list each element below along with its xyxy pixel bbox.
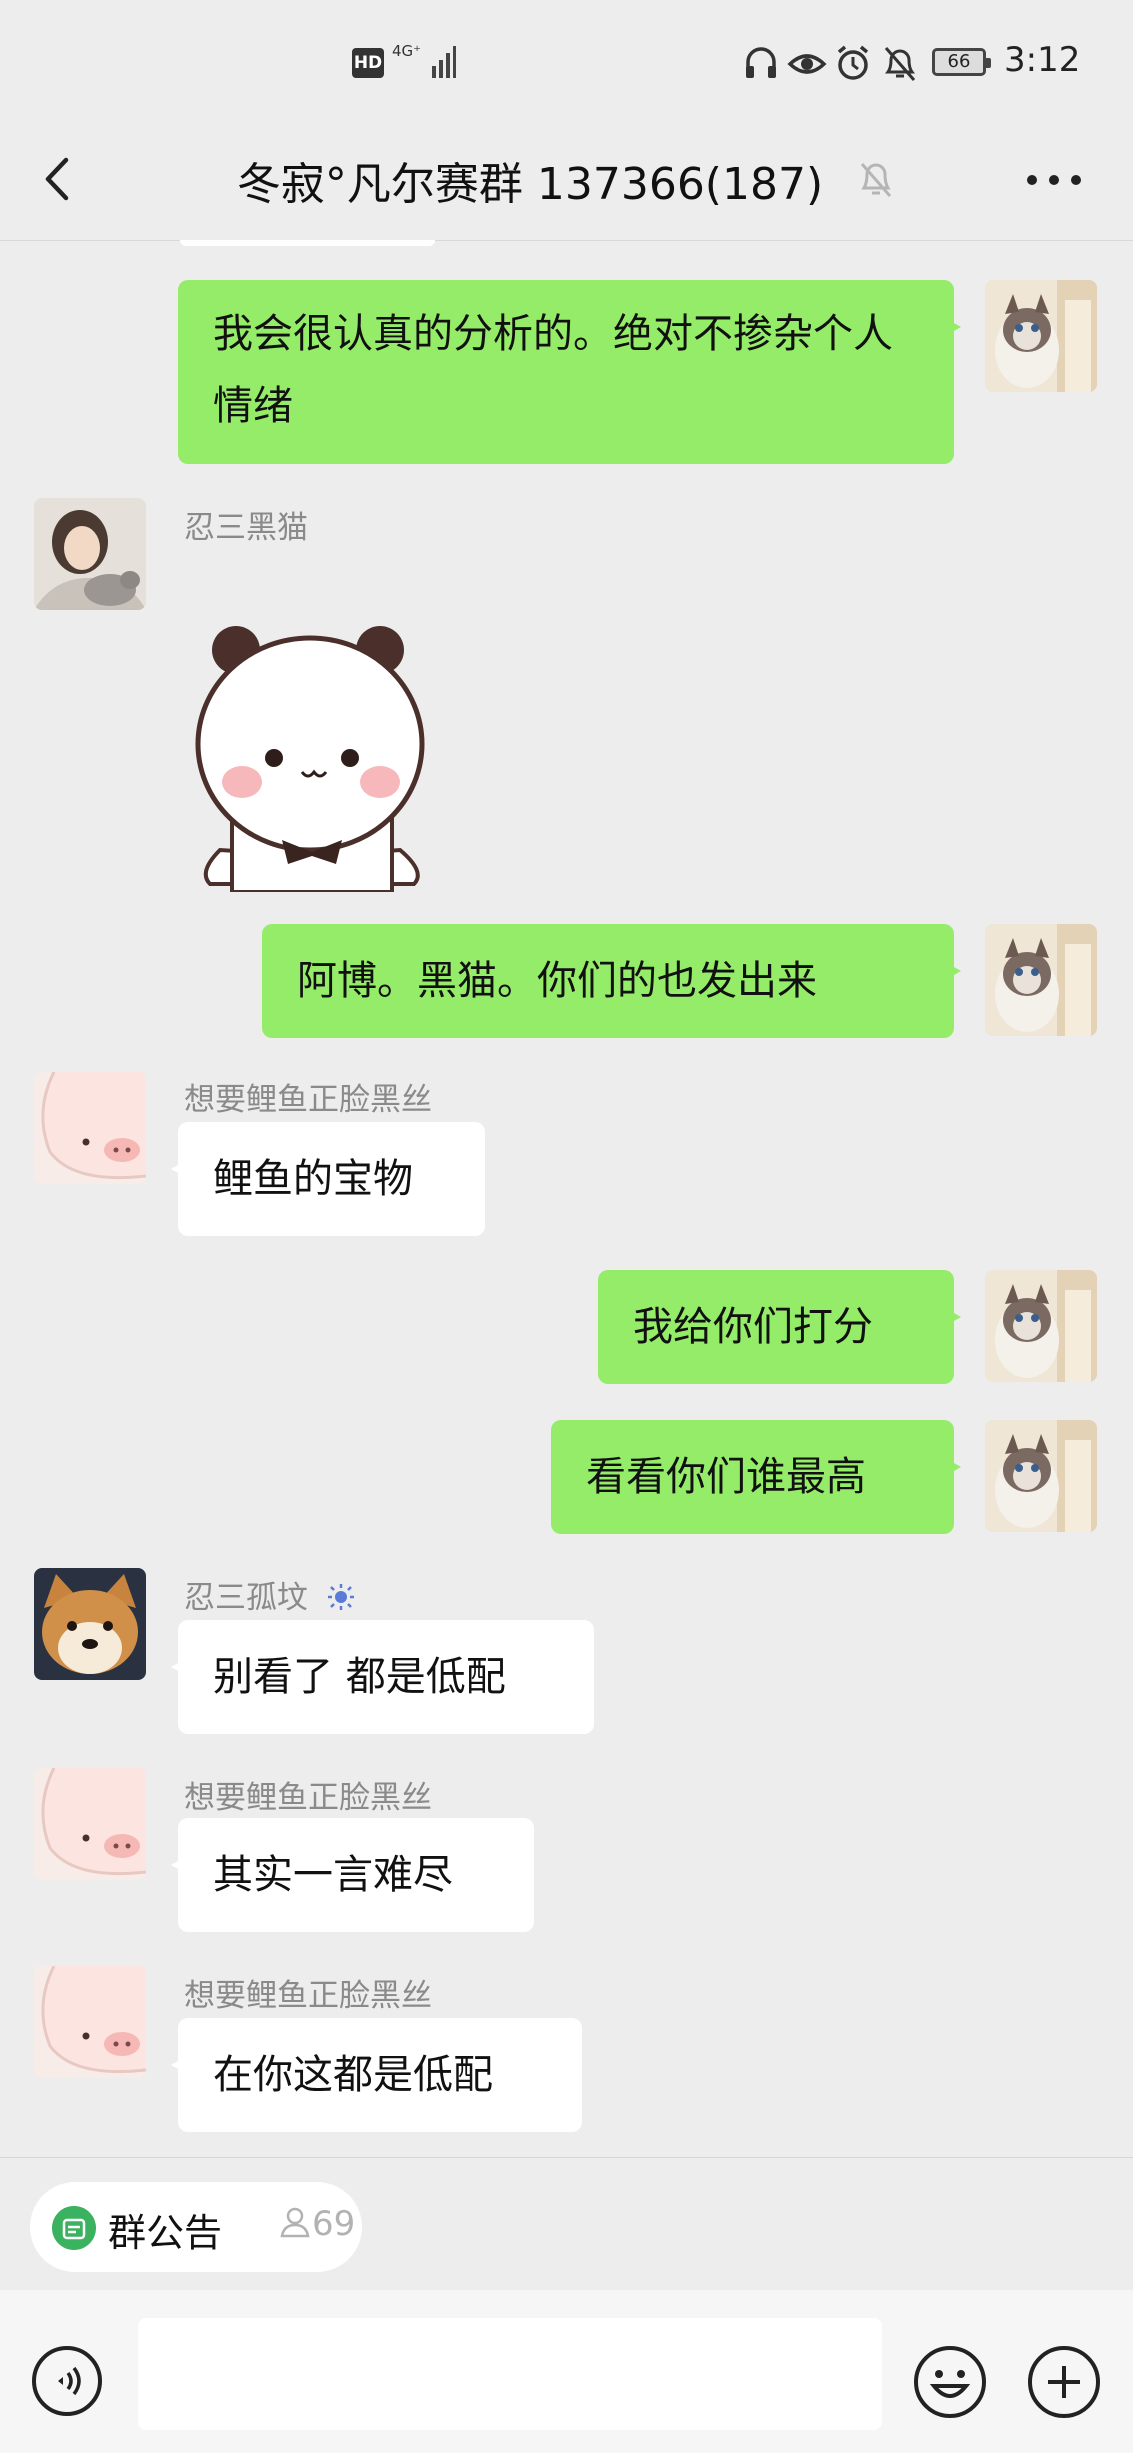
previous-message-edge [180,240,435,246]
bell-off-status-icon [884,47,916,81]
eye-icon [787,54,827,74]
member-count: 69 [278,2204,355,2244]
pink-pig-avatar[interactable] [34,1072,146,1184]
message-text: 鲤鱼的宝物 [213,1156,413,1202]
sun-icon [327,1584,354,1610]
sender-name: 想要鲤鱼正脸黑丝 [184,1978,432,2014]
message-text: 阿博。黑猫。你们的也发出来 [297,958,817,1004]
pink-pig-avatar[interactable] [34,1768,146,1880]
girl-with-cat-avatar[interactable] [34,498,146,610]
chat-title: 冬寂°凡尔赛群 137366(187) [236,159,824,210]
header-divider [0,240,1133,241]
message-text: 我给你们打分 [633,1304,873,1350]
sender-name: 想要鲤鱼正脸黑丝 [184,1082,432,1118]
cat-avatar[interactable] [985,280,1097,392]
alarm-icon [837,45,869,80]
headphones-icon [746,47,776,78]
composer-divider [0,2157,1133,2158]
network-type-label: 4G⁺ [392,42,422,60]
battery-icon: 66 [932,48,991,76]
sender-name: 忍三黑猫 [184,510,308,546]
chat-header: 冬寂°凡尔赛群 137366(187) [0,120,1133,242]
person-icon [280,2207,310,2238]
bell-off-icon [860,163,892,197]
chevron-left-icon[interactable] [30,144,90,214]
cat-avatar[interactable] [985,924,1097,1036]
hd-badge: HD [352,48,384,78]
composer-bar [0,2290,1133,2453]
shiba-dog-avatar[interactable] [34,1568,146,1680]
announcement-label: 群公告 [108,2211,223,2255]
clock-time: 3:12 [1004,40,1081,80]
message-bubble[interactable]: 其实一言难尽 [171,1818,534,1932]
message-bubble[interactable]: 阿博。黑猫。你们的也发出来 [262,924,961,1038]
plus-icon[interactable] [1026,2344,1102,2420]
message-bubble[interactable]: 看看你们谁最高 [551,1420,961,1534]
emoji-icon[interactable] [912,2344,988,2420]
group-announcement-button[interactable]: 群公告 69 [30,2182,362,2272]
message-text: 看看你们谁最高 [586,1454,866,1500]
message-bubble[interactable]: 在你这都是低配 [171,2018,582,2132]
message-text: 其实一言难尽 [213,1852,453,1898]
more-dots-icon[interactable] [1020,150,1090,210]
pink-pig-avatar[interactable] [34,1966,146,2078]
message-bubble[interactable]: 我会很认真的分析的。绝对不掺杂个人情绪 [178,280,961,464]
cat-avatar[interactable] [985,1270,1097,1382]
message-text: 我会很认真的分析的。绝对不掺杂个人情绪 [213,311,893,429]
signal-icon [432,46,456,78]
status-bar: HD 4G⁺ 66 3:12 [0,0,1133,120]
cat-avatar[interactable] [985,1420,1097,1532]
message-input[interactable] [138,2318,882,2430]
message-bubble[interactable]: 鲤鱼的宝物 [171,1122,485,1236]
sender-name: 忍三孤坟 [184,1572,356,1617]
message-text: 别看了 都是低配 [213,1654,506,1700]
message-bubble[interactable]: 我给你们打分 [598,1270,961,1384]
sender-name: 想要鲤鱼正脸黑丝 [184,1780,432,1816]
panda-bear-sticker[interactable] [190,612,444,894]
message-text: 在你这都是低配 [213,2052,493,2098]
announcement-icon [52,2206,96,2250]
message-bubble[interactable]: 别看了 都是低配 [171,1620,594,1734]
voice-icon[interactable] [30,2344,104,2418]
